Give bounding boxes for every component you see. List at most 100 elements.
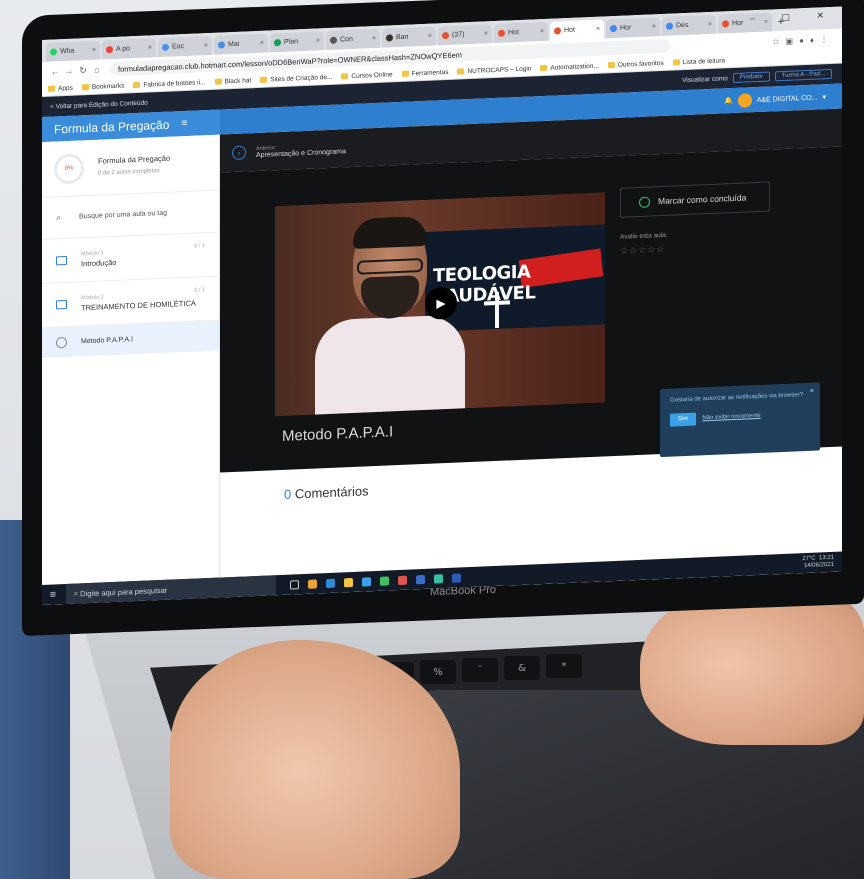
tab-close-icon[interactable]: × <box>92 47 96 54</box>
keyboard-key: * <box>546 654 582 678</box>
rating-stars[interactable]: ☆☆☆☆☆ <box>620 244 665 257</box>
browser-tab[interactable]: Plan × <box>270 31 324 53</box>
sidebar-module-1[interactable]: Módulo 1 Introdução 0 / 1 <box>42 232 219 284</box>
tab-label: Hot <box>508 29 519 37</box>
comments-heading: 0 Comentários <box>284 483 369 502</box>
previous-lesson-link[interactable]: Anterior Apresentação e Cronograma <box>256 142 346 159</box>
tab-close-icon[interactable]: × <box>428 33 432 40</box>
bell-icon[interactable]: 🔔 <box>724 97 733 105</box>
tab-close-icon[interactable]: × <box>484 30 488 37</box>
bookmark-item[interactable]: Sites de Criação de... <box>260 73 332 83</box>
sidebar: Formula da Pregação ≡ 0% Formula da Preg… <box>42 109 220 605</box>
course-name: Formula da Pregação <box>98 153 171 166</box>
bookmark-item[interactable]: Outros favoritos <box>607 59 664 68</box>
tab-close-icon[interactable]: × <box>260 40 264 47</box>
keyboard-key: ¨ <box>462 658 498 682</box>
view-as-select[interactable]: Produtor <box>732 71 770 84</box>
bookmark-item[interactable]: Bookmarks <box>81 82 124 91</box>
store-icon[interactable] <box>361 576 371 587</box>
bookmark-item[interactable]: Apps <box>48 84 73 92</box>
tab-close-icon[interactable]: × <box>652 23 656 30</box>
rate-label: Avalie esta aula: <box>620 231 668 241</box>
previous-lesson-icon[interactable]: ‹ <box>232 145 246 161</box>
browser-tab[interactable]: Mai × <box>214 33 268 55</box>
back-arrow-icon[interactable]: ← <box>48 66 62 77</box>
tab-close-icon[interactable]: × <box>596 26 600 33</box>
user-menu[interactable]: 🔔 A&E DIGITAL CO... ▾ <box>724 90 826 108</box>
search-input[interactable]: Busque por uma aula ou tag <box>79 210 167 221</box>
tab-close-icon[interactable]: × <box>204 42 208 49</box>
bookmark-item[interactable]: NUTROCAPS – Login <box>457 65 531 75</box>
system-tray[interactable]: 27°C 13:21 14/06/2021 <box>802 555 834 570</box>
bookmark-item[interactable]: Black hat <box>214 77 251 86</box>
app-icon[interactable] <box>379 575 389 586</box>
presenter-hair <box>353 215 427 249</box>
close-icon[interactable]: × <box>810 387 814 396</box>
cross-symbol <box>495 291 499 329</box>
bookmark-item[interactable]: Fabrica de botoes ii... <box>133 79 206 89</box>
chevron-down-icon[interactable]: ▾ <box>822 93 826 101</box>
browser-tab[interactable]: Hot × <box>550 19 604 41</box>
home-icon[interactable]: ⌂ <box>90 64 104 75</box>
forward-arrow-icon[interactable]: → <box>62 66 76 77</box>
tab-label: Des <box>676 21 689 30</box>
course-title: Formula da Pregação <box>54 117 170 136</box>
browser-tab[interactable]: Con × <box>326 28 380 51</box>
taskview-icon[interactable] <box>289 579 299 590</box>
bookmark-item[interactable]: Ferramentas <box>401 68 448 77</box>
tab-favicon-icon <box>554 27 561 35</box>
main-content: ‹ Anterior Apresentação e Cronograma TEO… <box>220 108 842 598</box>
menu-icon[interactable]: ≡ <box>181 118 187 129</box>
browser-tab[interactable]: Hor × <box>606 17 660 39</box>
mark-complete-button[interactable]: Marcar como concluída <box>620 181 770 218</box>
allow-button[interactable]: Sim <box>670 412 697 427</box>
folder-icon <box>48 85 55 92</box>
edge-icon[interactable] <box>325 578 335 588</box>
windows-start-icon[interactable]: ⊞ <box>50 590 56 598</box>
presenter-glasses <box>357 258 423 275</box>
comments-count: 0 <box>284 486 292 502</box>
back-to-edit-link[interactable]: < Voltar para Edição do Conteúdo <box>50 99 148 110</box>
notification-text: Gostaria de autorizar as notificações vi… <box>670 392 804 404</box>
bookmark-item[interactable]: Automatization... <box>540 62 599 71</box>
bookmark-item[interactable]: Cursos Online <box>341 71 393 80</box>
folder-icon <box>56 255 67 266</box>
browser-tab[interactable]: Eoc × <box>158 35 212 58</box>
tab-label: Hor <box>620 24 632 32</box>
taskbar-apps <box>289 572 461 590</box>
course-subtitle: 0 de 2 aulas completas <box>98 167 160 177</box>
browser-tab[interactable]: (37) × <box>438 24 492 46</box>
tab-favicon-icon <box>610 24 617 33</box>
browser-tab[interactable]: Hot × <box>494 21 548 44</box>
tab-close-icon[interactable]: × <box>372 35 376 42</box>
browser-tab[interactable]: Des × <box>662 14 716 37</box>
chrome-icon[interactable] <box>307 578 317 589</box>
explorer-icon[interactable] <box>343 577 353 587</box>
progress-ring: 0% <box>54 152 84 184</box>
bookmark-label: Sites de Criação de... <box>270 73 333 83</box>
app-icon[interactable] <box>397 575 407 585</box>
reload-icon[interactable]: ↻ <box>76 64 90 76</box>
extension-icons[interactable]: ☆▣●♦⋮ <box>772 34 834 46</box>
bookmark-item[interactable]: Lista de leitura <box>672 57 725 66</box>
tab-close-icon[interactable]: × <box>316 37 320 44</box>
tab-close-icon[interactable]: × <box>708 21 712 28</box>
folder-icon <box>457 68 465 75</box>
taskbar-search-placeholder: Digite aqui para pesquisar <box>80 585 168 598</box>
lesson-search[interactable]: ⌕ Busque por uma aula ou tag <box>42 190 219 240</box>
app-icon[interactable] <box>433 573 443 584</box>
tab-close-icon[interactable]: × <box>148 44 152 51</box>
browser-tab[interactable]: Wha × <box>46 40 100 62</box>
lesson-title: Metodo P.A.P.A.I <box>282 423 394 445</box>
video-player[interactable]: TEOLOGIA SAUDÁVEL ▶ <box>275 192 605 417</box>
class-select[interactable]: Turma A - Pad... <box>774 68 832 82</box>
browser-tab[interactable]: Ban × <box>382 26 436 48</box>
sidebar-module-2[interactable]: Módulo 2 TREINAMENTO DE HOMILÉTICA 0 / 1 <box>42 276 219 328</box>
avatar[interactable] <box>737 93 752 108</box>
word-icon[interactable] <box>451 572 461 583</box>
dont-show-link[interactable]: Não exibir novamente <box>702 412 760 423</box>
app-icon[interactable] <box>415 574 425 584</box>
tab-close-icon[interactable]: × <box>540 28 544 35</box>
user-name: A&E DIGITAL CO... <box>756 93 818 104</box>
browser-tab[interactable]: A po × <box>102 38 156 60</box>
